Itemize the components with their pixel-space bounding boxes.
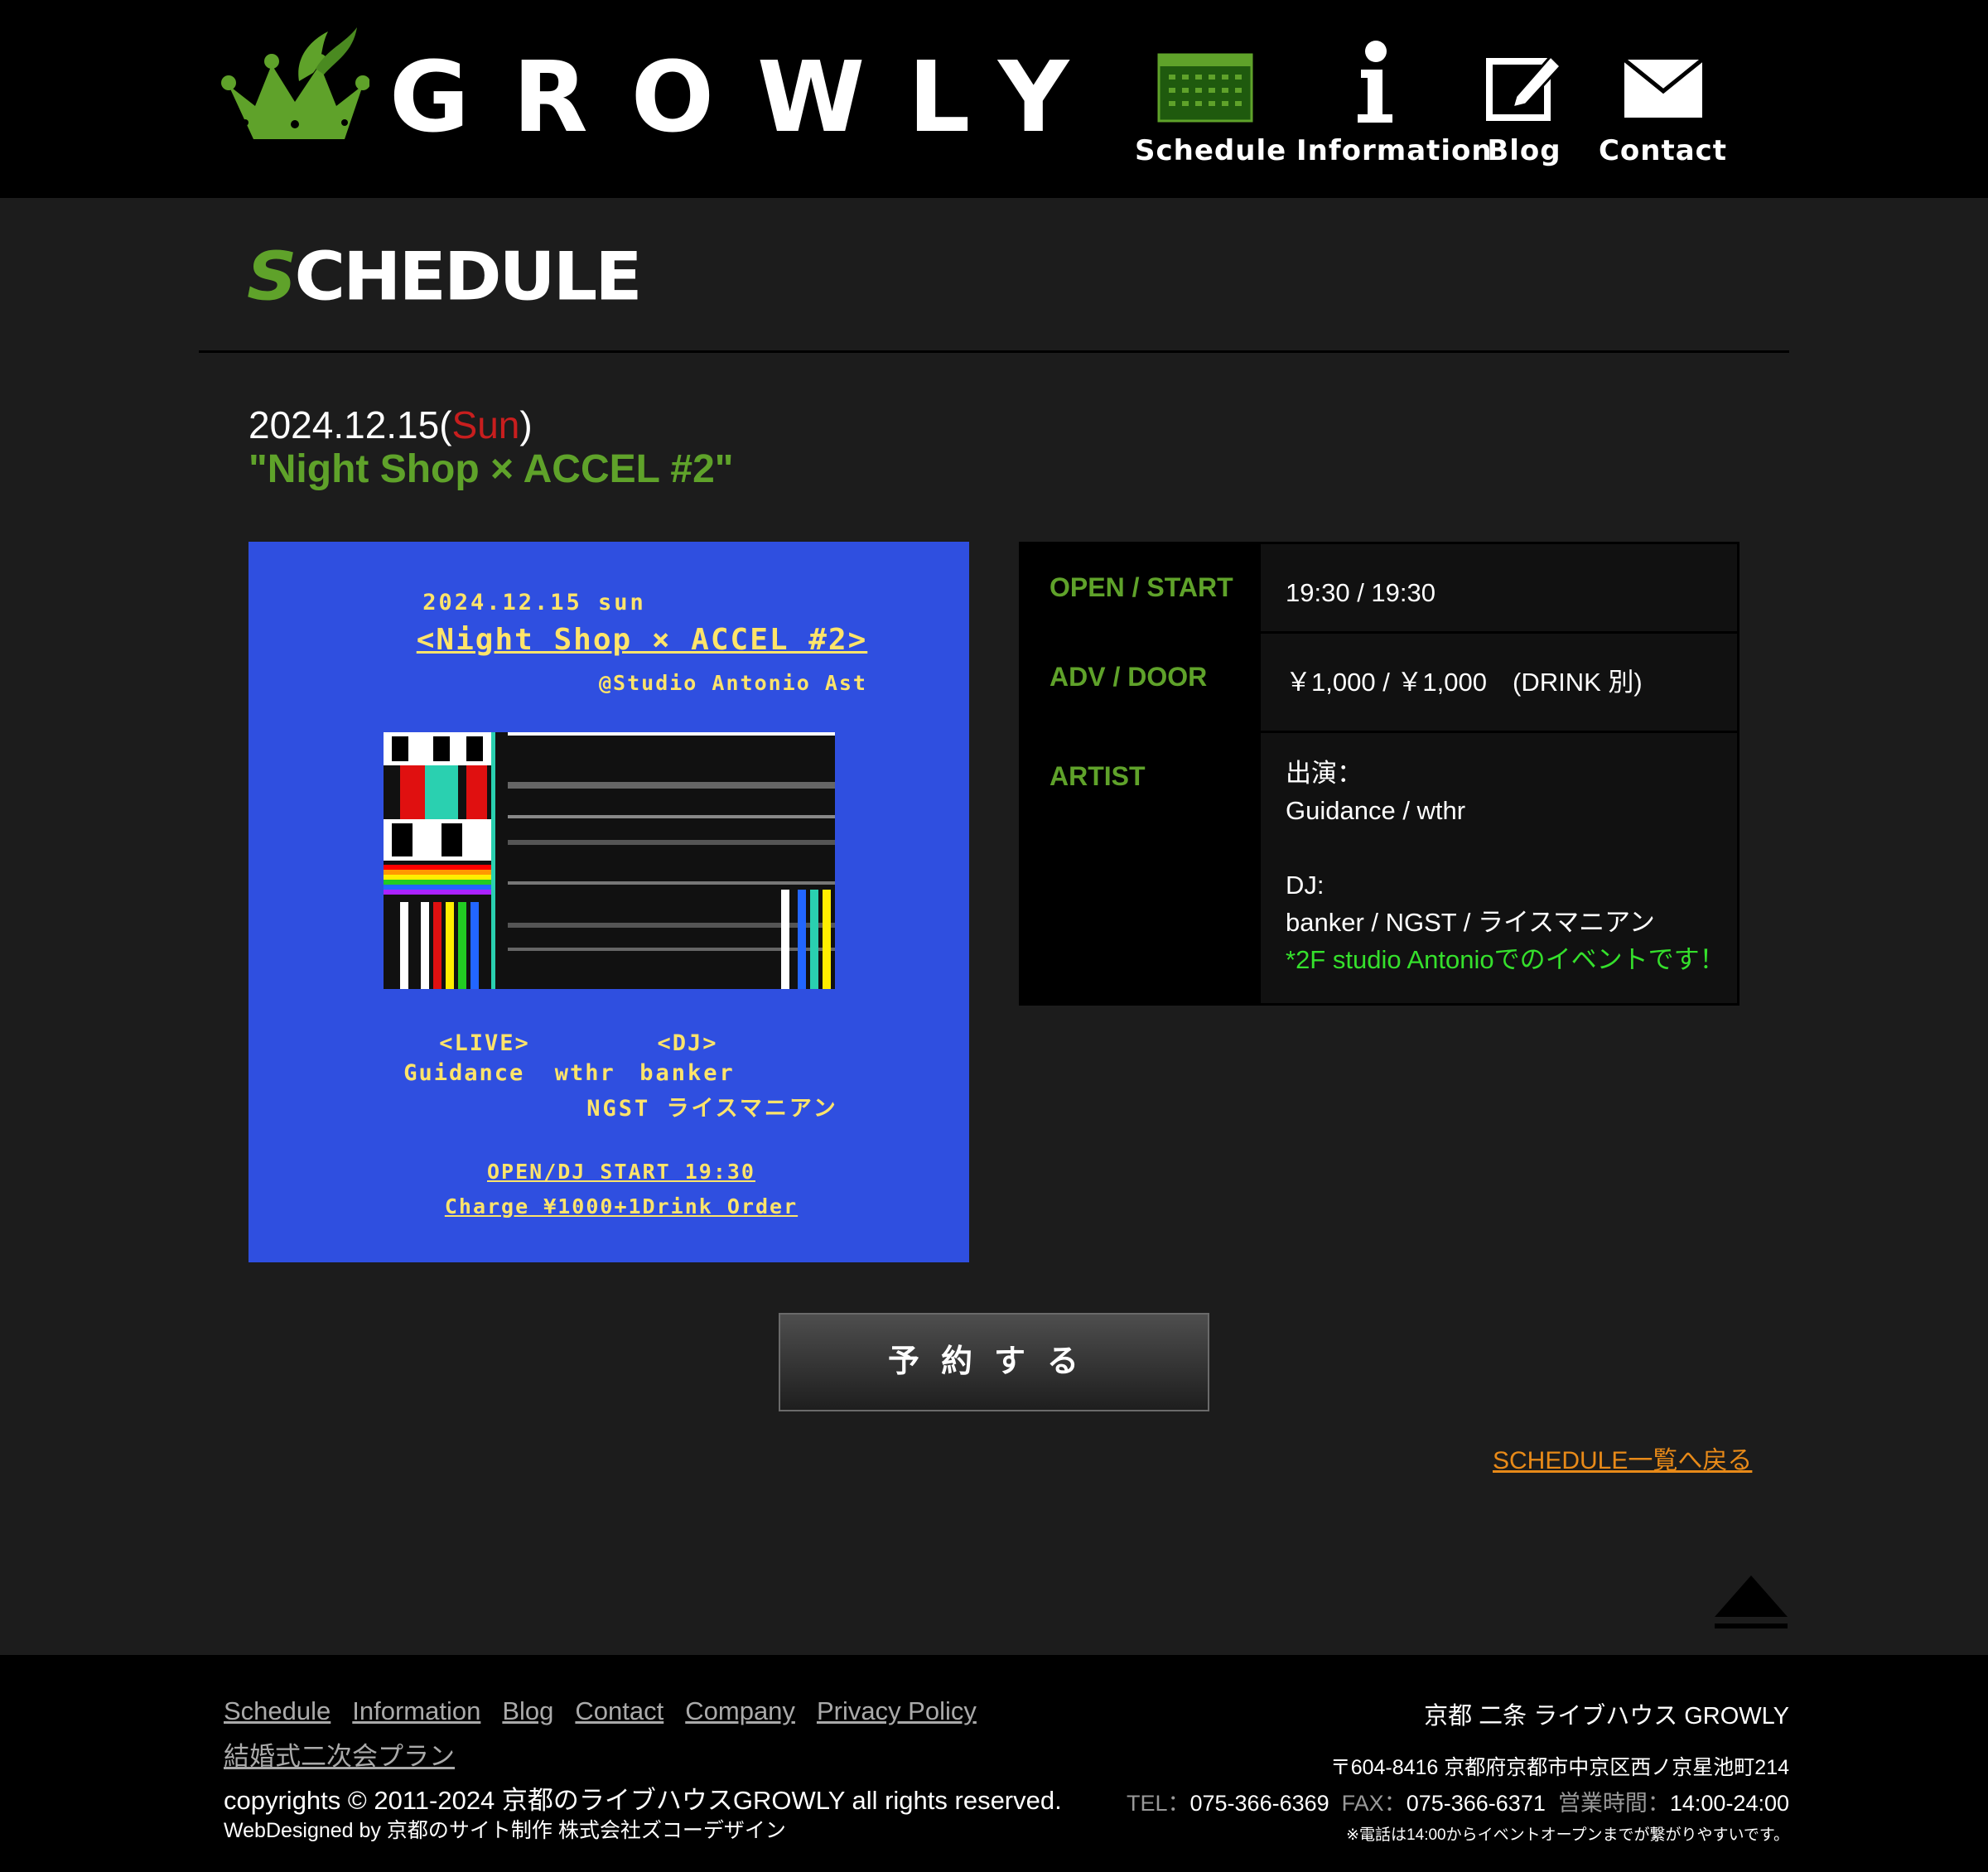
info-value: ￥1,000 / ￥1,000 (DRINK 別) xyxy=(1258,634,1737,731)
tel-number: 075-366-6369 xyxy=(1189,1791,1329,1816)
footer-links: Schedule Information Blog Contact Company Pri… xyxy=(224,1688,1052,1779)
info-row-artist: ARTIST 出演： Guidance / wthr DJ: banker / … xyxy=(1021,733,1737,1003)
nav-schedule[interactable]: Schedule xyxy=(1135,33,1287,174)
reserve-button[interactable]: 予約する xyxy=(779,1313,1209,1411)
site-footer: Schedule Information Blog Contact Company Pri… xyxy=(0,1655,1988,1872)
phone-note: ※電話は14:00からイベントオープンまでが繋がりやすいです。 xyxy=(1346,1826,1789,1844)
venue-address: 〒604-8416 京都府京都市中京区西ノ京星池町214 xyxy=(1329,1756,1789,1779)
artist-note: *2F studio Antonioでのイベントです！ xyxy=(1286,945,1725,974)
back-to-schedule-link[interactable]: SCHEDULE一覧へ戻る xyxy=(1493,1440,1752,1476)
info-label: ADV / DOOR xyxy=(1021,634,1258,731)
info-value-artist: 出演： Guidance / wthr DJ: banker / NGST / … xyxy=(1258,733,1737,1003)
nav-schedule-label: Schedule xyxy=(1135,134,1287,167)
flyer-dj-line1: banker xyxy=(639,1060,736,1086)
contact-line: TEL：075-366-6369 FAX：075-366-6371 営業時間：1… xyxy=(1127,1785,1789,1817)
footer-link-wedding-plan[interactable]: 結婚式二次会プラン xyxy=(224,1734,455,1779)
page-top-icon[interactable] xyxy=(1713,1572,1789,1630)
envelope-icon xyxy=(1624,60,1702,118)
pen-note-icon xyxy=(1486,54,1562,121)
footer-link-privacy-policy[interactable]: Privacy Policy xyxy=(817,1688,977,1734)
logo-text: GROWLY xyxy=(389,40,1112,154)
info-label: OPEN / START xyxy=(1021,544,1258,631)
event-title: "Night Shop × ACCEL #2" xyxy=(248,447,734,491)
business-hours: 14:00-24:00 xyxy=(1669,1791,1789,1816)
tel-label: TEL： xyxy=(1126,1791,1190,1816)
main-nav: Schedule Information Blog Contact xyxy=(1135,33,1731,174)
page-heading: SCHEDULE xyxy=(247,238,643,316)
info-icon xyxy=(1358,41,1392,123)
info-value: 19:30 / 19:30 xyxy=(1258,544,1737,631)
copyright: copyrights © 2011-2024 京都のライブハウスGROWLY a… xyxy=(224,1786,1062,1815)
nav-information-label: Information xyxy=(1296,134,1493,167)
event-info-table: OPEN / START 19:30 / 19:30 ADV / DOOR ￥1… xyxy=(1019,542,1740,1006)
footer-link-contact[interactable]: Contact xyxy=(575,1688,663,1734)
nav-information[interactable]: Information xyxy=(1296,33,1493,174)
flyer-glitch-art xyxy=(384,732,835,989)
flyer-dj-line2: NGST ライスマニアン xyxy=(586,1096,838,1122)
divider xyxy=(199,350,1789,353)
site-header: GROWLY Schedule Information Blog Contact xyxy=(0,0,1988,198)
footer-link-schedule[interactable]: Schedule xyxy=(224,1688,331,1734)
artist-list: 出演： Guidance / wthr DJ: banker / NGST / … xyxy=(1286,759,1655,937)
nav-contact[interactable]: Contact xyxy=(1595,33,1731,174)
web-designed-by: WebDesigned by 京都のサイト制作 株式会社ズコーデザイン xyxy=(224,1819,786,1842)
nav-contact-label: Contact xyxy=(1598,134,1728,167)
flyer-title: <Night Shop × ACCEL #2> xyxy=(416,623,868,657)
calendar-icon xyxy=(1157,53,1253,123)
info-row-adv-door: ADV / DOOR ￥1,000 / ￥1,000 (DRINK 別) xyxy=(1021,634,1737,733)
flyer-charge: Charge ¥1000+1Drink Order xyxy=(444,1194,799,1218)
fax-label: FAX： xyxy=(1341,1791,1407,1816)
event-day-of-week: Sun xyxy=(451,403,520,446)
flyer-dj-heading: <DJ> xyxy=(657,1030,718,1056)
info-label: ARTIST xyxy=(1021,733,1258,1003)
info-row-open-start: OPEN / START 19:30 / 19:30 xyxy=(1021,544,1737,634)
venue-name: 京都 二条 ライブハウス GROWLY xyxy=(1424,1703,1789,1730)
nav-blog[interactable]: Blog xyxy=(1470,33,1578,174)
fax-number: 075-366-6371 xyxy=(1406,1791,1546,1816)
flyer-date: 2024.12.15 sun xyxy=(422,590,646,615)
logo[interactable]: GROWLY xyxy=(220,23,1069,147)
event-flyer: 2024.12.15 sun <Night Shop × ACCEL #2> @… xyxy=(248,542,969,1262)
flyer-venue: @Studio Antonio Ast xyxy=(599,671,867,695)
event-date-close: ) xyxy=(519,403,533,446)
hours-label: 営業時間： xyxy=(1557,1791,1670,1816)
footer-link-blog[interactable]: Blog xyxy=(502,1688,553,1734)
crown-logo-icon xyxy=(221,27,369,139)
nav-blog-label: Blog xyxy=(1487,134,1561,167)
event-date: 2024.12.15(Sun) xyxy=(248,401,533,449)
flyer-open: OPEN/DJ START 19:30 xyxy=(487,1160,755,1184)
footer-link-company[interactable]: Company xyxy=(685,1688,795,1734)
footer-link-information[interactable]: Information xyxy=(352,1688,480,1734)
event-date-text: 2024.12.15( xyxy=(248,403,452,446)
